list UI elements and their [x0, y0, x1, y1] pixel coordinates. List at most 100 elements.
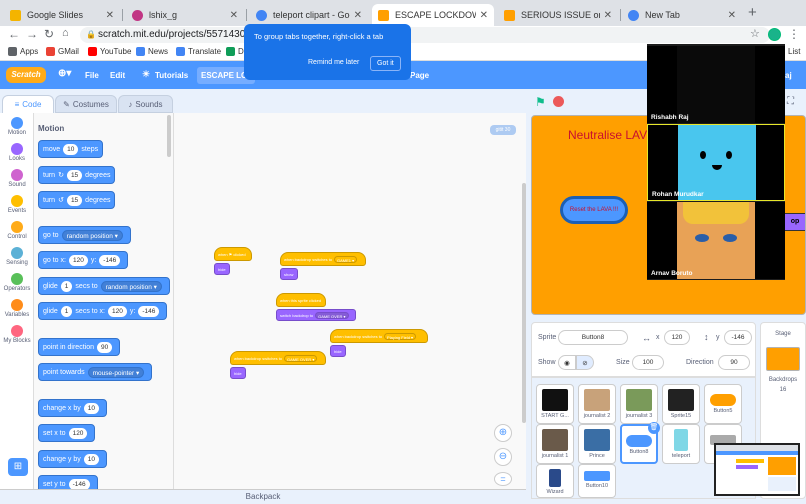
bookmark-translate[interactable]: Translate	[176, 47, 221, 56]
block-change-x[interactable]: change x by 10	[38, 399, 107, 417]
tab-sounds[interactable]: ♪ Sounds	[118, 95, 173, 113]
close-tab-icon[interactable]: ✕	[728, 10, 736, 21]
script-when-flag-clicked[interactable]: when ⚑ clicked	[214, 247, 252, 261]
script-when-backdrop-playing-field[interactable]: when backdrop switches to Playing Field ▾	[330, 329, 428, 343]
backpack[interactable]: Backpack	[0, 489, 526, 504]
sprite-tile[interactable]: Sprite15	[662, 384, 700, 424]
back-icon[interactable]: ←	[8, 27, 20, 41]
zoom-in-button[interactable]: ⊕	[494, 424, 512, 442]
script-when-backdrop-game1[interactable]: when backdrop switches to GAME1 ▾	[280, 252, 366, 266]
script-when-sprite-clicked[interactable]: when this sprite clicked	[276, 293, 326, 307]
y-input[interactable]: -146	[724, 330, 752, 345]
browser-tab-serious-issue[interactable]: SERIOUS ISSUE on Scratch ✕	[498, 4, 618, 26]
block-turn-right[interactable]: turn ↻ 15 degrees	[38, 166, 116, 184]
x-input[interactable]: 120	[664, 330, 690, 345]
globe-icon[interactable]: ⊕▾	[58, 68, 71, 79]
browser-tab-escape-lockdown[interactable]: ESCAPE LOCKDOWN on Sc ✕	[372, 4, 494, 26]
sprite-tile[interactable]: journalist 1	[536, 424, 574, 464]
bookmark-gmail[interactable]: GMail	[46, 47, 79, 56]
block-point-in-direction[interactable]: point in direction 90	[38, 338, 121, 356]
block-show[interactable]: show	[280, 268, 298, 280]
menu-kebab-icon[interactable]: ⋮	[788, 27, 800, 41]
size-input[interactable]: 100	[632, 355, 664, 370]
url-input[interactable]: 🔒 scratch.mit.edu/projects/557143071/edi	[80, 27, 770, 43]
bookmark-apps[interactable]: Apps	[8, 47, 38, 56]
block-hide[interactable]: hide	[230, 367, 246, 379]
block-set-y[interactable]: set y to -146	[38, 475, 98, 489]
close-tab-icon[interactable]: ✕	[604, 10, 612, 21]
block-switch-backdrop[interactable]: switch backdrop to GAME OVER ▾	[276, 309, 356, 321]
category-looks[interactable]: Looks	[0, 143, 34, 162]
sprite-tile[interactable]: journalist 3	[620, 384, 658, 424]
block-glide-to[interactable]: glide 1 secs to random position ▾	[38, 277, 170, 295]
remind-later-button[interactable]: Remind me later	[302, 56, 365, 69]
hide-visible-button[interactable]: ⊘	[576, 355, 594, 370]
zoom-out-button[interactable]: ⊖	[494, 448, 512, 466]
block-set-x[interactable]: set x to 120	[38, 424, 96, 442]
category-variables[interactable]: Variables	[0, 299, 34, 318]
close-tab-icon[interactable]: ✕	[480, 10, 488, 21]
fullscreen-icon[interactable]: ⛶	[787, 96, 794, 107]
script-area-scrollbar[interactable]	[522, 183, 526, 423]
see-project-page-button[interactable]: Page	[410, 71, 429, 80]
category-sensing[interactable]: Sensing	[0, 247, 34, 266]
forward-icon[interactable]: →	[26, 27, 38, 41]
block-point-towards[interactable]: point towards mouse-pointer ▾	[38, 363, 153, 381]
sprite-tile[interactable]: Wizard	[536, 464, 574, 498]
home-icon[interactable]: ⌂	[62, 27, 69, 39]
block-go-to-xy[interactable]: go to x: 120 y: -146	[38, 251, 129, 269]
account-menu[interactable]: aj	[785, 71, 792, 80]
palette-scrollbar[interactable]	[167, 115, 171, 157]
close-tab-icon[interactable]: ✕	[230, 10, 238, 21]
menu-file[interactable]: File	[85, 71, 99, 80]
block-move-steps[interactable]: move 10 steps	[38, 140, 104, 158]
bookmark-news[interactable]: News	[136, 47, 168, 56]
zoom-reset-button[interactable]: =	[494, 472, 512, 486]
got-it-button[interactable]: Got it	[370, 56, 401, 71]
sprite-tile[interactable]: Prince	[578, 424, 616, 464]
category-events[interactable]: Events	[0, 195, 34, 214]
direction-input[interactable]: 90	[718, 355, 750, 370]
block-glide-to-xy[interactable]: glide 1 secs to x: 120 y: -146	[38, 302, 168, 320]
delete-sprite-icon[interactable]: 🗑	[648, 422, 660, 434]
reading-list[interactable]: List	[788, 47, 800, 56]
bookmark-drive[interactable]: D	[226, 47, 244, 56]
sprite-tile[interactable]: journalist 2	[578, 384, 616, 424]
sprite-tile[interactable]: Button5	[704, 384, 742, 424]
reset-lava-sprite[interactable]: Reset the LAVA !!!	[560, 196, 628, 224]
sprite-tile[interactable]: START G...	[536, 384, 574, 424]
sprite-tile[interactable]: Button10	[578, 464, 616, 498]
green-flag-icon[interactable]: ⚑	[535, 95, 546, 109]
category-control[interactable]: Control	[0, 221, 34, 240]
stop-icon[interactable]	[553, 96, 564, 107]
sprite-name-input[interactable]: Button8	[558, 330, 628, 345]
category-operators[interactable]: Operators	[0, 273, 34, 292]
browser-tab-google-slides[interactable]: Google Slides ✕	[4, 4, 120, 26]
browser-tab-instagram[interactable]: lshix_g ✕	[126, 4, 244, 26]
tab-costumes[interactable]: ✎ Costumes	[55, 95, 117, 113]
browser-tab-google-search[interactable]: teleport clipart - Google S ✕	[250, 4, 368, 26]
tab-code[interactable]: ≡ Code	[2, 95, 54, 113]
reload-icon[interactable]: ↻	[44, 27, 54, 41]
menu-edit[interactable]: Edit	[110, 71, 125, 80]
script-when-backdrop-game-over[interactable]: when backdrop switches to GAME OVER ▾	[230, 351, 326, 365]
star-icon[interactable]: ☆	[750, 27, 760, 40]
block-turn-left[interactable]: turn ↺ 15 degrees	[38, 191, 116, 209]
category-sound[interactable]: Sound	[0, 169, 34, 188]
add-extension-button[interactable]: ⊞	[8, 458, 28, 476]
bookmark-youtube[interactable]: YouTube	[88, 47, 131, 56]
category-motion[interactable]: Motion	[0, 117, 34, 136]
category-my-blocks[interactable]: My Blocks	[0, 325, 34, 344]
close-tab-icon[interactable]: ✕	[106, 10, 114, 21]
sprite-tile[interactable]: teleport	[662, 424, 700, 464]
stage-right-sprite[interactable]: op	[784, 213, 805, 231]
sprite-tile-selected[interactable]: Button8 🗑	[620, 422, 660, 464]
scratch-logo[interactable]: Scratch	[6, 67, 46, 83]
show-visible-button[interactable]: ◉	[558, 355, 576, 370]
block-hide[interactable]: hide	[214, 263, 230, 275]
block-hide[interactable]: hide	[330, 345, 346, 357]
block-change-y[interactable]: change y by 10	[38, 450, 107, 468]
new-tab-button[interactable]: +	[748, 4, 757, 21]
profile-avatar[interactable]	[768, 28, 781, 41]
close-tab-icon[interactable]: ✕	[354, 10, 362, 21]
